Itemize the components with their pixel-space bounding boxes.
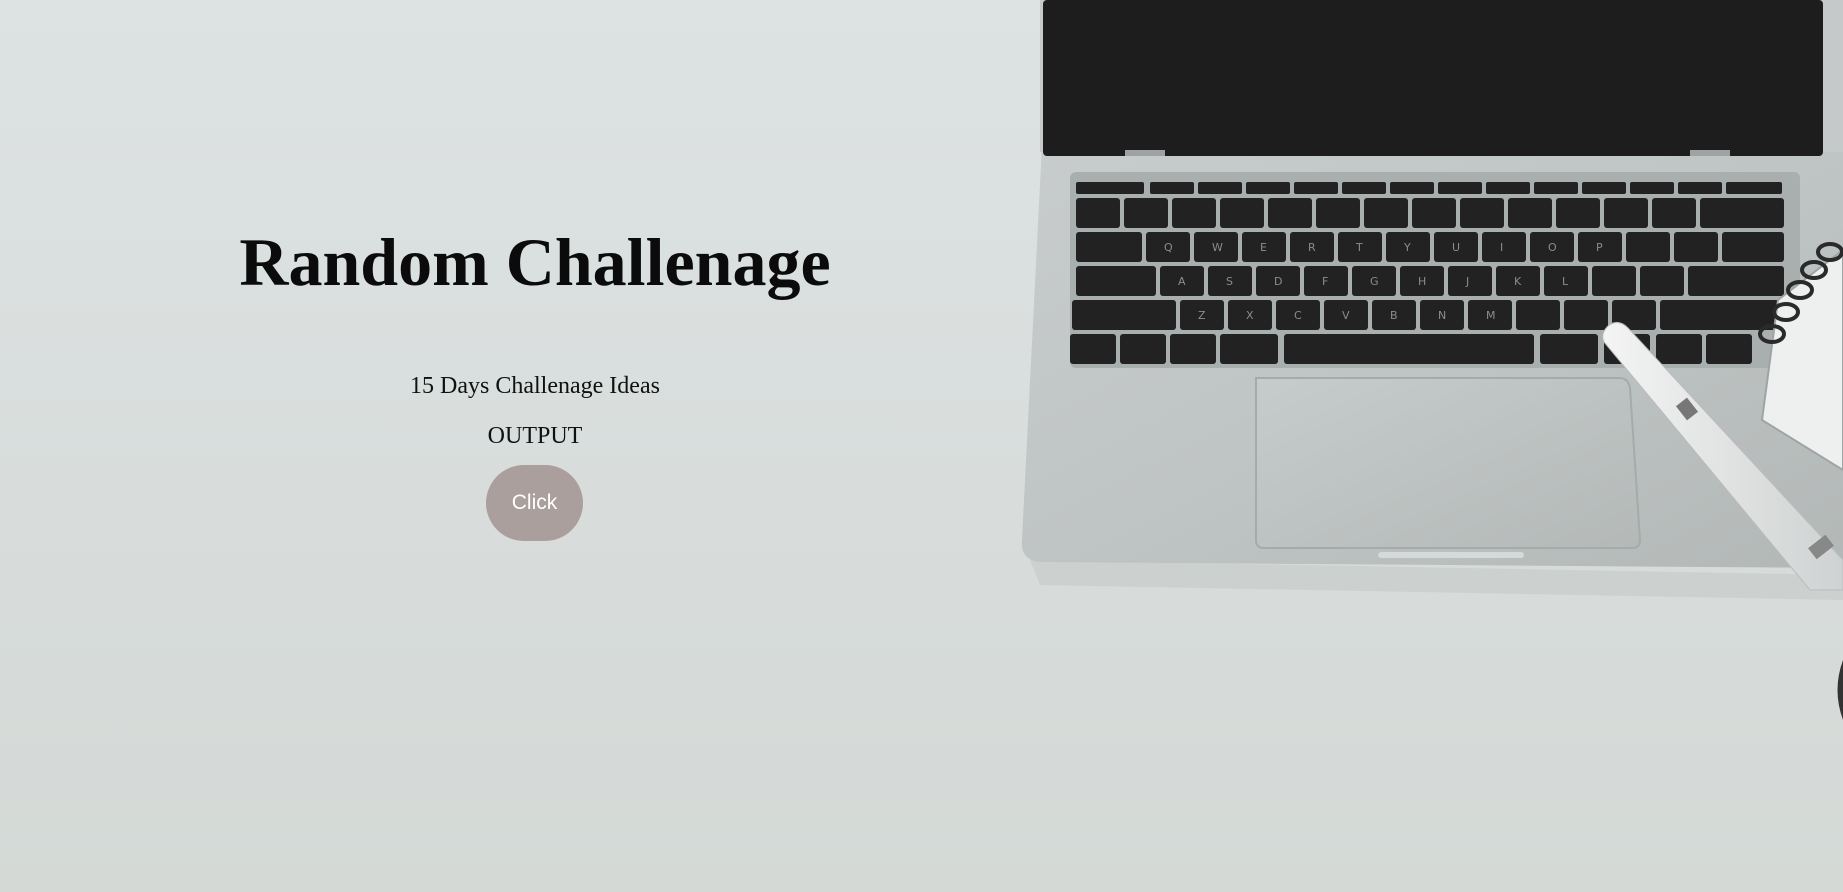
svg-text:N: N	[1438, 309, 1446, 322]
svg-text:Q: Q	[1164, 241, 1173, 254]
svg-text:T: T	[1355, 241, 1363, 254]
svg-text:K: K	[1514, 275, 1522, 288]
svg-text:H: H	[1418, 275, 1426, 288]
svg-text:U: U	[1452, 241, 1460, 254]
click-button[interactable]: Click	[486, 465, 583, 541]
svg-text:V: V	[1342, 309, 1350, 322]
svg-text:S: S	[1226, 275, 1233, 288]
output-text: OUTPUT	[487, 423, 583, 449]
svg-text:J: J	[1465, 275, 1469, 288]
svg-text:G: G	[1370, 275, 1379, 288]
svg-text:B: B	[1390, 309, 1398, 322]
svg-text:F: F	[1322, 275, 1328, 288]
svg-text:D: D	[1274, 275, 1282, 288]
page-title: Random Challenage	[239, 224, 831, 300]
challenge-panel: Random Challenage 15 Days Challenage Ide…	[0, 0, 1070, 892]
svg-text:A: A	[1178, 275, 1186, 288]
svg-text:P: P	[1596, 241, 1603, 254]
svg-text:M: M	[1486, 309, 1496, 322]
svg-text:Y: Y	[1403, 241, 1411, 254]
svg-text:L: L	[1562, 275, 1569, 288]
svg-text:Z: Z	[1198, 309, 1206, 322]
svg-text:W: W	[1212, 241, 1223, 254]
svg-text:R: R	[1308, 241, 1316, 254]
svg-text:X: X	[1246, 309, 1254, 322]
svg-text:E: E	[1260, 241, 1267, 254]
svg-text:I: I	[1500, 241, 1503, 254]
svg-text:C: C	[1294, 309, 1302, 322]
svg-text:O: O	[1548, 241, 1557, 254]
subtitle-text: 15 Days Challenage Ideas	[410, 373, 660, 399]
